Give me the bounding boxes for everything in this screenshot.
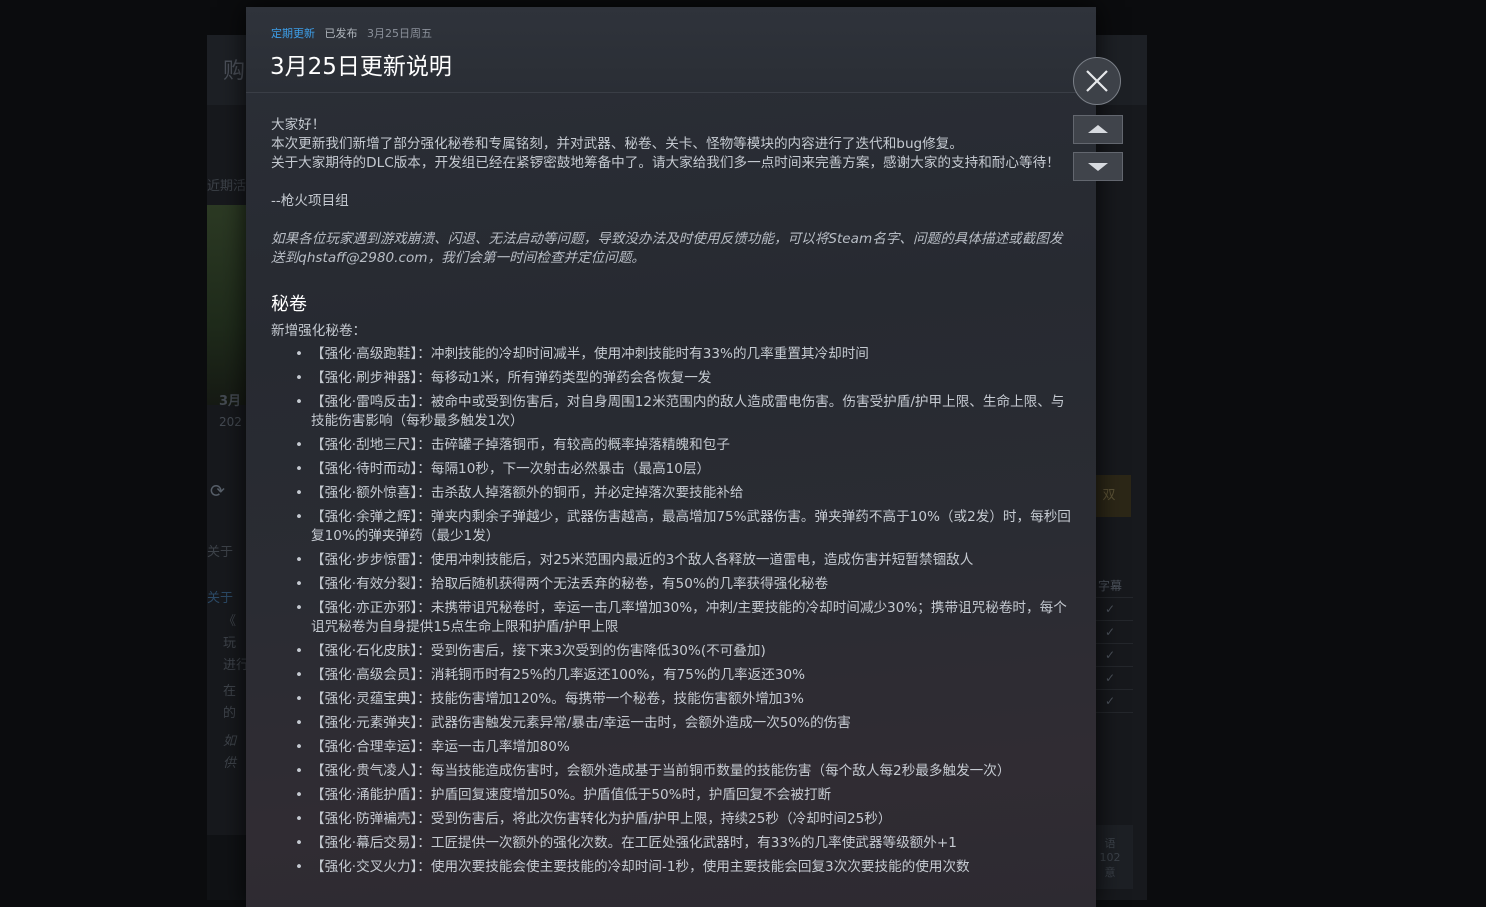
background-section-about: 关于 <box>207 545 234 560</box>
bullet-line: 在 <box>223 684 237 699</box>
background-link: 关于 <box>207 591 234 606</box>
list-item: 【强化·刮地三尺】：击碎罐子掉落铜币，有较高的概率掉落精魄和包子 <box>295 436 1076 455</box>
list-item: 【强化·贵气凌人】：每当技能造成伤害时，会额外造成基于当前铜币数量的技能伤害（每… <box>295 762 1076 781</box>
list-item: 【强化·元素弹夹】：武器伤害触发元素异常/暴击/幸运一击时，会额外造成一次50%… <box>295 714 1076 733</box>
intro-line: 本次更新我们新增了部分强化秘卷和专属铭刻，并对武器、秘卷、关卡、怪物等模块的内容… <box>271 136 963 152</box>
background-title: 购 <box>223 59 246 84</box>
section-subtitle: 新增强化秘卷： <box>271 323 367 339</box>
event-meta: 定期更新 已发布 3月25日周五 <box>271 25 432 41</box>
list-item: 【强化·高级跑鞋】：冲刺技能的冷却时间减半，使用冲刺技能时有33%的几率重置其冷… <box>295 345 1076 364</box>
list-item: 【强化·防弹褊壳】：受到伤害后，将此次伤害转化为护盾/护甲上限，持续25秒（冷却… <box>295 810 1076 829</box>
bullet-line: 的 <box>223 706 237 721</box>
previous-event-button[interactable] <box>1073 115 1123 144</box>
background-event-date: 3月 <box>219 394 242 409</box>
event-title: 3月25日更新说明 <box>270 54 452 80</box>
event-body: 大家好！ 本次更新我们新增了部分强化秘卷和专属铭刻，并对武器、秘卷、关卡、怪物等… <box>271 116 1076 882</box>
background-thumbnail <box>207 835 247 900</box>
chevron-down-icon <box>1088 163 1108 171</box>
list-item: 【强化·亦正亦邪】：未携带诅咒秘卷时，幸运一击几率增加30%，冲刺/主要技能的冷… <box>295 599 1076 637</box>
list-item: 【强化·高级会员】：消耗铜币时有25%的几率返还100%，有75%的几率返还30… <box>295 666 1076 685</box>
list-item: 【强化·幕后交易】：工匠提供一次额外的强化次数。在工匠处强化武器时，有33%的几… <box>295 834 1076 853</box>
reload-icon: ⟳ <box>210 481 226 502</box>
published-label: 已发布 <box>324 27 358 40</box>
bullet-line: 如 <box>223 734 237 749</box>
intro-greeting: 大家好！ <box>271 117 326 133</box>
list-item: 【强化·石化皮肤】：受到伤害后，接下来3次受到的伤害降低30%(不可叠加) <box>295 642 1076 661</box>
modal-header: 定期更新 已发布 3月25日周五 3月25日更新说明 <box>246 7 1096 93</box>
bullet-line: 供 <box>223 756 237 771</box>
background-bullet-2: 在 的 <box>223 681 236 725</box>
list-item: 【强化·交叉火力】：使用次要技能会使主要技能的冷却时间-1秒，使用主要技能会回复… <box>295 858 1076 877</box>
list-item: 【强化·灵蕴宝典】：技能伤害增加120%。每携带一个秘卷，技能伤害额外增加3% <box>295 690 1076 709</box>
list-item: 【强化·待时而动】：每隔10秒，下一次射击必然暴击（最高10层） <box>295 460 1076 479</box>
signature: --枪火项目组 <box>271 193 349 209</box>
event-category-link[interactable]: 定期更新 <box>271 27 315 40</box>
background-bullet-3: 如 供 <box>223 731 236 775</box>
chevron-up-icon <box>1088 125 1108 133</box>
section-title: 秘卷 <box>271 294 307 315</box>
list-item: 【强化·有效分裂】：拾取后随机获得两个无法丢弃的秘卷，有50%的几率获得强化秘卷 <box>295 575 1076 594</box>
background-section-recent: 近期活 <box>207 179 247 194</box>
list-item: 【强化·余弹之辉】：弹夹内剩余子弹越少，武器伤害越高，最高增加75%武器伤害。弹… <box>295 508 1076 546</box>
next-event-button[interactable] <box>1073 152 1123 181</box>
list-item: 【强化·额外惊喜】：击杀敌人掉落额外的铜币，并必定掉落次要技能补给 <box>295 484 1076 503</box>
close-icon <box>1086 70 1108 92</box>
list-item: 【强化·涌能护盾】：护盾回复速度增加50%。护盾值低于50%时，护盾回复不会被打… <box>295 786 1076 805</box>
background-event-year: 202 <box>219 415 242 429</box>
list-item: 【强化·合理幸运】：幸运一击几率增加80% <box>295 738 1076 757</box>
background-event-image <box>207 205 247 405</box>
event-modal: 定期更新 已发布 3月25日周五 3月25日更新说明 大家好！ 本次更新我们新增… <box>246 7 1096 907</box>
list-item: 【强化·步步惊雷】：使用冲刺技能后，对25米范围内最近的3个敌人各释放一道雷电，… <box>295 551 1076 570</box>
event-date: 3月25日周五 <box>367 27 432 40</box>
close-button[interactable] <box>1073 57 1121 105</box>
list-item: 【强化·雷鸣反击】：被命中或受到伤害后，对自身周围12米范围内的敌人造成雷电伤害… <box>295 393 1076 431</box>
list-item: 【强化·刷步神器】：每移动1米，所有弹药类型的弹药会各恢复一发 <box>295 369 1076 388</box>
scroll-list: 【强化·高级跑鞋】：冲刺技能的冷却时间减半，使用冲刺技能时有33%的几率重置其冷… <box>271 345 1076 877</box>
intro-line: 关于大家期待的DLC版本，开发组已经在紧锣密鼓地筹备中了。请大家给我们多一点时间… <box>271 155 1060 171</box>
feedback-note: 如果各位玩家遇到游戏崩溃、闪退、无法启动等问题，导致没办法及时使用反馈功能，可以… <box>271 231 1063 266</box>
